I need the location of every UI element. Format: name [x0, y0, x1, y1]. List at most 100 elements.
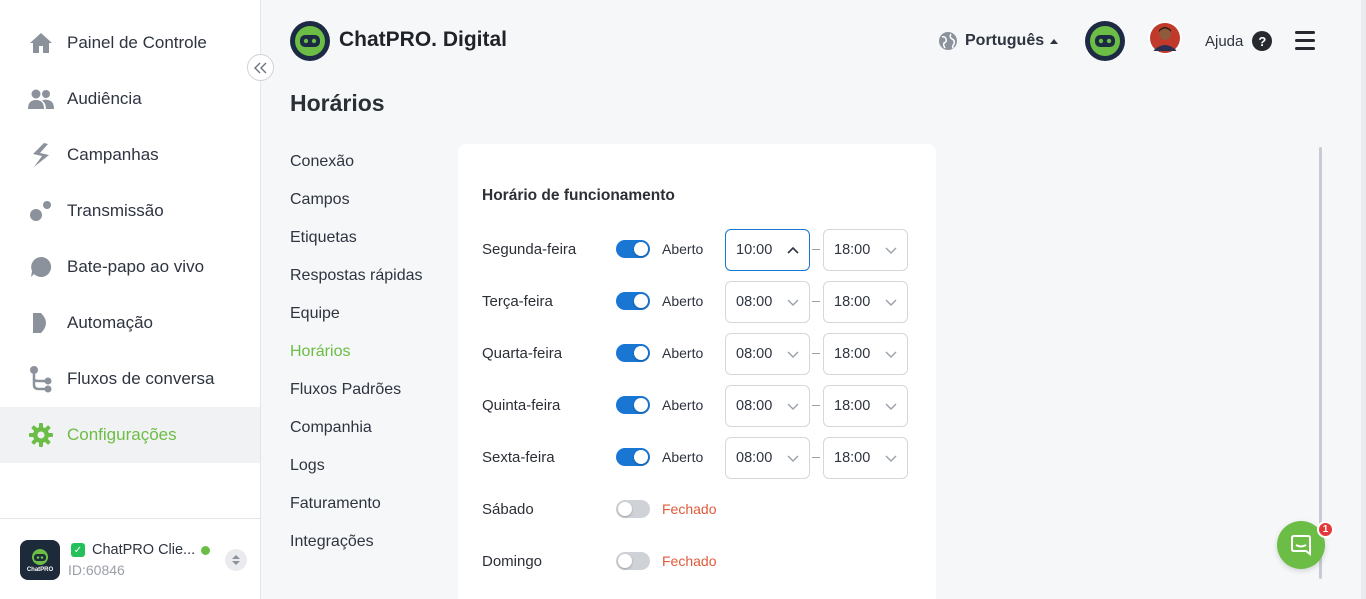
notification-badge: 1: [1317, 521, 1334, 538]
submenu-faturamento[interactable]: Faturamento: [290, 495, 381, 513]
day-row-quinta: Quinta-feira Aberto 08:00 18:00: [458, 385, 936, 427]
sidebar-item-audiencia[interactable]: Audiência: [0, 71, 260, 127]
sidebar-item-transmissao[interactable]: Transmissão: [0, 183, 260, 239]
language-selector[interactable]: Português: [938, 31, 1059, 51]
day-toggle[interactable]: [616, 344, 650, 362]
close-time-value: 18:00: [834, 398, 871, 414]
caret-up-icon: [1050, 38, 1059, 44]
day-row-terca: Terça-feira Aberto 08:00 18:00: [458, 281, 936, 323]
page-title: Horários: [290, 90, 385, 116]
open-time-select[interactable]: 10:00: [725, 229, 810, 271]
whatsapp-check-icon: ✓: [71, 543, 85, 557]
sidebar-item-label: Transmissão: [67, 201, 164, 220]
day-row-sexta: Sexta-feira Aberto 08:00 18:00: [458, 437, 936, 479]
chat-bubble-icon: [28, 254, 54, 280]
sidebar-item-painel[interactable]: Painel de Controle: [0, 15, 260, 71]
chevron-down-icon: [885, 403, 897, 410]
open-time-value: 10:00: [736, 242, 773, 258]
collapse-sidebar-button[interactable]: [247, 54, 274, 81]
day-name: Domingo: [482, 553, 543, 570]
brand-logo[interactable]: [290, 21, 330, 61]
submenu-respostas-rapidas[interactable]: Respostas rápidas: [290, 267, 423, 285]
submenu-etiquetas[interactable]: Etiquetas: [290, 229, 357, 247]
sidebar-item-bate-papo[interactable]: Bate-papo ao vivo: [0, 239, 260, 295]
help-icon: ?: [1252, 31, 1273, 51]
submenu-horarios[interactable]: Horários: [290, 343, 350, 361]
sidebar-item-label: Audiência: [67, 89, 142, 108]
day-name: Quinta-feira: [482, 397, 561, 414]
open-time-select[interactable]: 08:00: [725, 281, 810, 323]
submenu-fluxos-padroes[interactable]: Fluxos Padrões: [290, 381, 401, 399]
day-row-domingo: Domingo Fechado: [458, 541, 936, 583]
sidebar-item-label: Campanhas: [67, 145, 159, 164]
day-name: Segunda-feira: [482, 241, 577, 258]
open-time-select[interactable]: 08:00: [725, 333, 810, 375]
close-time-select[interactable]: 18:00: [823, 385, 908, 427]
time-separator: [812, 301, 820, 302]
instance-selector[interactable]: ChatPRO ✓ ChatPRO Clie... ID:60846: [0, 518, 260, 599]
day-status: Aberto: [662, 293, 704, 309]
day-name: Terça-feira: [482, 293, 553, 310]
day-status: Fechado: [662, 501, 717, 517]
day-toggle[interactable]: [616, 292, 650, 310]
day-status: Aberto: [662, 345, 704, 361]
chevron-up-icon: [787, 246, 799, 254]
submenu-companhia[interactable]: Companhia: [290, 419, 372, 437]
close-time-value: 18:00: [834, 242, 871, 258]
submenu-logs[interactable]: Logs: [290, 457, 325, 475]
open-time-select[interactable]: 08:00: [725, 385, 810, 427]
day-row-segunda: Segunda-feira Aberto 10:00 18:00: [458, 229, 936, 271]
play-icon: [28, 310, 54, 336]
instance-name-row: ✓ ChatPRO Clie...: [71, 542, 211, 558]
brand-name: ChatPRO. Digital: [339, 28, 508, 51]
close-time-value: 18:00: [834, 450, 871, 466]
language-label: Português: [965, 32, 1045, 49]
time-separator: [812, 405, 820, 406]
day-toggle[interactable]: [616, 448, 650, 466]
close-time-select[interactable]: 18:00: [823, 437, 908, 479]
sidebar-item-fluxos[interactable]: Fluxos de conversa: [0, 351, 260, 407]
users-icon: [28, 86, 54, 112]
day-status: Aberto: [662, 241, 704, 257]
chevron-down-icon: [885, 455, 897, 462]
submenu-conexao[interactable]: Conexão: [290, 153, 354, 171]
day-toggle[interactable]: [616, 500, 650, 518]
day-row-quarta: Quarta-feira Aberto 08:00 18:00: [458, 333, 936, 375]
online-status-dot: [201, 545, 211, 555]
submenu-integracoes[interactable]: Integrações: [290, 533, 374, 551]
sidebar-item-configuracoes[interactable]: Configurações: [0, 407, 260, 463]
sidebar-item-label: Painel de Controle: [67, 33, 207, 52]
close-time-select[interactable]: 18:00: [823, 281, 908, 323]
open-time-value: 08:00: [736, 398, 773, 414]
help-link[interactable]: Ajuda ?: [1205, 31, 1273, 51]
help-label: Ajuda: [1205, 32, 1244, 50]
day-toggle[interactable]: [616, 552, 650, 570]
day-toggle[interactable]: [616, 240, 650, 258]
sidebar: Painel de Controle Audiência Campanhas T…: [0, 0, 261, 599]
window-scrollbar-track: [1361, 0, 1366, 599]
hamburger-menu-icon[interactable]: [1295, 31, 1315, 51]
bot-avatar[interactable]: [1085, 21, 1125, 61]
chevron-down-icon: [885, 351, 897, 358]
open-time-value: 08:00: [736, 346, 773, 362]
submenu-equipe[interactable]: Equipe: [290, 305, 340, 323]
day-row-sabado: Sábado Fechado: [458, 489, 936, 531]
time-separator: [812, 249, 820, 250]
user-avatar[interactable]: [1148, 21, 1182, 55]
close-time-select[interactable]: 18:00: [823, 333, 908, 375]
content-scrollbar[interactable]: [1319, 147, 1322, 579]
day-toggle[interactable]: [616, 396, 650, 414]
close-time-select[interactable]: 18:00: [823, 229, 908, 271]
open-time-select[interactable]: 08:00: [725, 437, 810, 479]
globe-icon: [938, 31, 958, 51]
time-separator: [812, 353, 820, 354]
chevron-down-icon: [787, 299, 799, 306]
open-time-value: 08:00: [736, 294, 773, 310]
chevron-down-icon: [787, 455, 799, 462]
instance-switch-icon[interactable]: [225, 549, 247, 571]
schedule-title: Horário de funcionamento: [482, 187, 675, 204]
sidebar-item-campanhas[interactable]: Campanhas: [0, 127, 260, 183]
sidebar-item-automacao[interactable]: Automação: [0, 295, 260, 351]
sidebar-item-label: Bate-papo ao vivo: [67, 257, 205, 276]
submenu-campos[interactable]: Campos: [290, 191, 350, 209]
